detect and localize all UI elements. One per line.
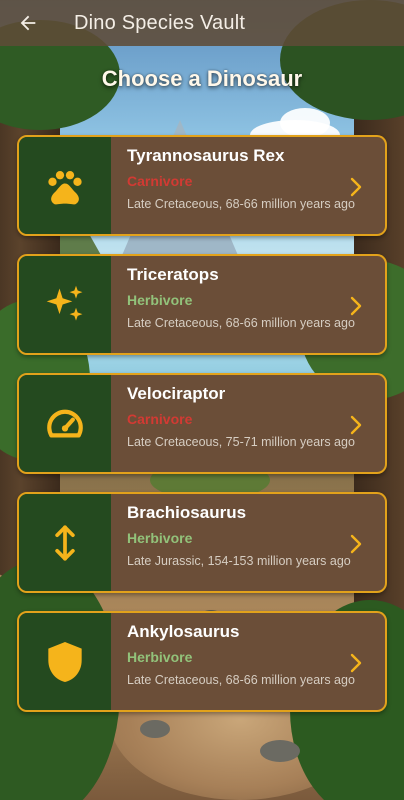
dinosaur-card-velociraptor[interactable]: Velociraptor Carnivore Late Cretaceous, … xyxy=(17,373,387,474)
chevron-right-icon xyxy=(350,415,362,435)
era-text: Late Cretaceous, 75-71 million years ago xyxy=(127,435,355,449)
shield-icon xyxy=(48,641,82,682)
app-bar: Dino Species Vault xyxy=(0,0,404,46)
era-text: Late Cretaceous, 68-66 million years ago xyxy=(127,673,355,687)
dinosaur-name: Tyrannosaurus Rex xyxy=(127,146,285,165)
diet-label: Herbivore xyxy=(127,292,193,308)
vertical-arrows-icon xyxy=(55,524,75,561)
paw-icon xyxy=(48,170,82,204)
card-icon-tile xyxy=(19,494,111,591)
chevron-right-icon xyxy=(350,653,362,673)
arrow-left-icon xyxy=(20,15,36,31)
back-button[interactable] xyxy=(0,0,56,46)
dinosaur-name: Velociraptor xyxy=(127,384,226,403)
app-title: Dino Species Vault xyxy=(74,11,246,34)
card-icon-tile xyxy=(19,137,111,234)
card-icon-tile xyxy=(19,613,111,710)
dinosaur-card-triceratops[interactable]: Triceratops Herbivore Late Cretaceous, 6… xyxy=(17,254,387,355)
chevron-right-icon xyxy=(350,177,362,197)
dinosaur-name: Ankylosaurus xyxy=(127,622,240,641)
dinosaur-list: Tyrannosaurus Rex Carnivore Late Cretace… xyxy=(17,135,387,730)
era-text: Late Jurassic, 154-153 million years ago xyxy=(127,554,351,568)
diet-label: Herbivore xyxy=(127,530,193,546)
dinosaur-name: Brachiosaurus xyxy=(127,503,247,522)
era-text: Late Cretaceous, 68-66 million years ago xyxy=(127,316,355,330)
page-heading: Choose a Dinosaur xyxy=(101,66,303,91)
card-icon-tile xyxy=(19,256,111,353)
card-icon-tile xyxy=(19,375,111,472)
sparkles-icon xyxy=(46,285,83,321)
speedometer-icon xyxy=(47,409,83,437)
dinosaur-card-ankylosaurus[interactable]: Ankylosaurus Herbivore Late Cretaceous, … xyxy=(17,611,387,712)
chevron-right-icon xyxy=(350,534,362,554)
dinosaur-name: Triceratops xyxy=(127,265,219,284)
diet-label: Herbivore xyxy=(127,649,193,665)
era-text: Late Cretaceous, 68-66 million years ago xyxy=(127,197,355,211)
dinosaur-card-tyrannosaurus-rex[interactable]: Tyrannosaurus Rex Carnivore Late Cretace… xyxy=(17,135,387,236)
dinosaur-card-brachiosaurus[interactable]: Brachiosaurus Herbivore Late Jurassic, 1… xyxy=(17,492,387,593)
diet-label: Carnivore xyxy=(127,411,193,427)
chevron-right-icon xyxy=(350,296,362,316)
diet-label: Carnivore xyxy=(127,173,193,189)
